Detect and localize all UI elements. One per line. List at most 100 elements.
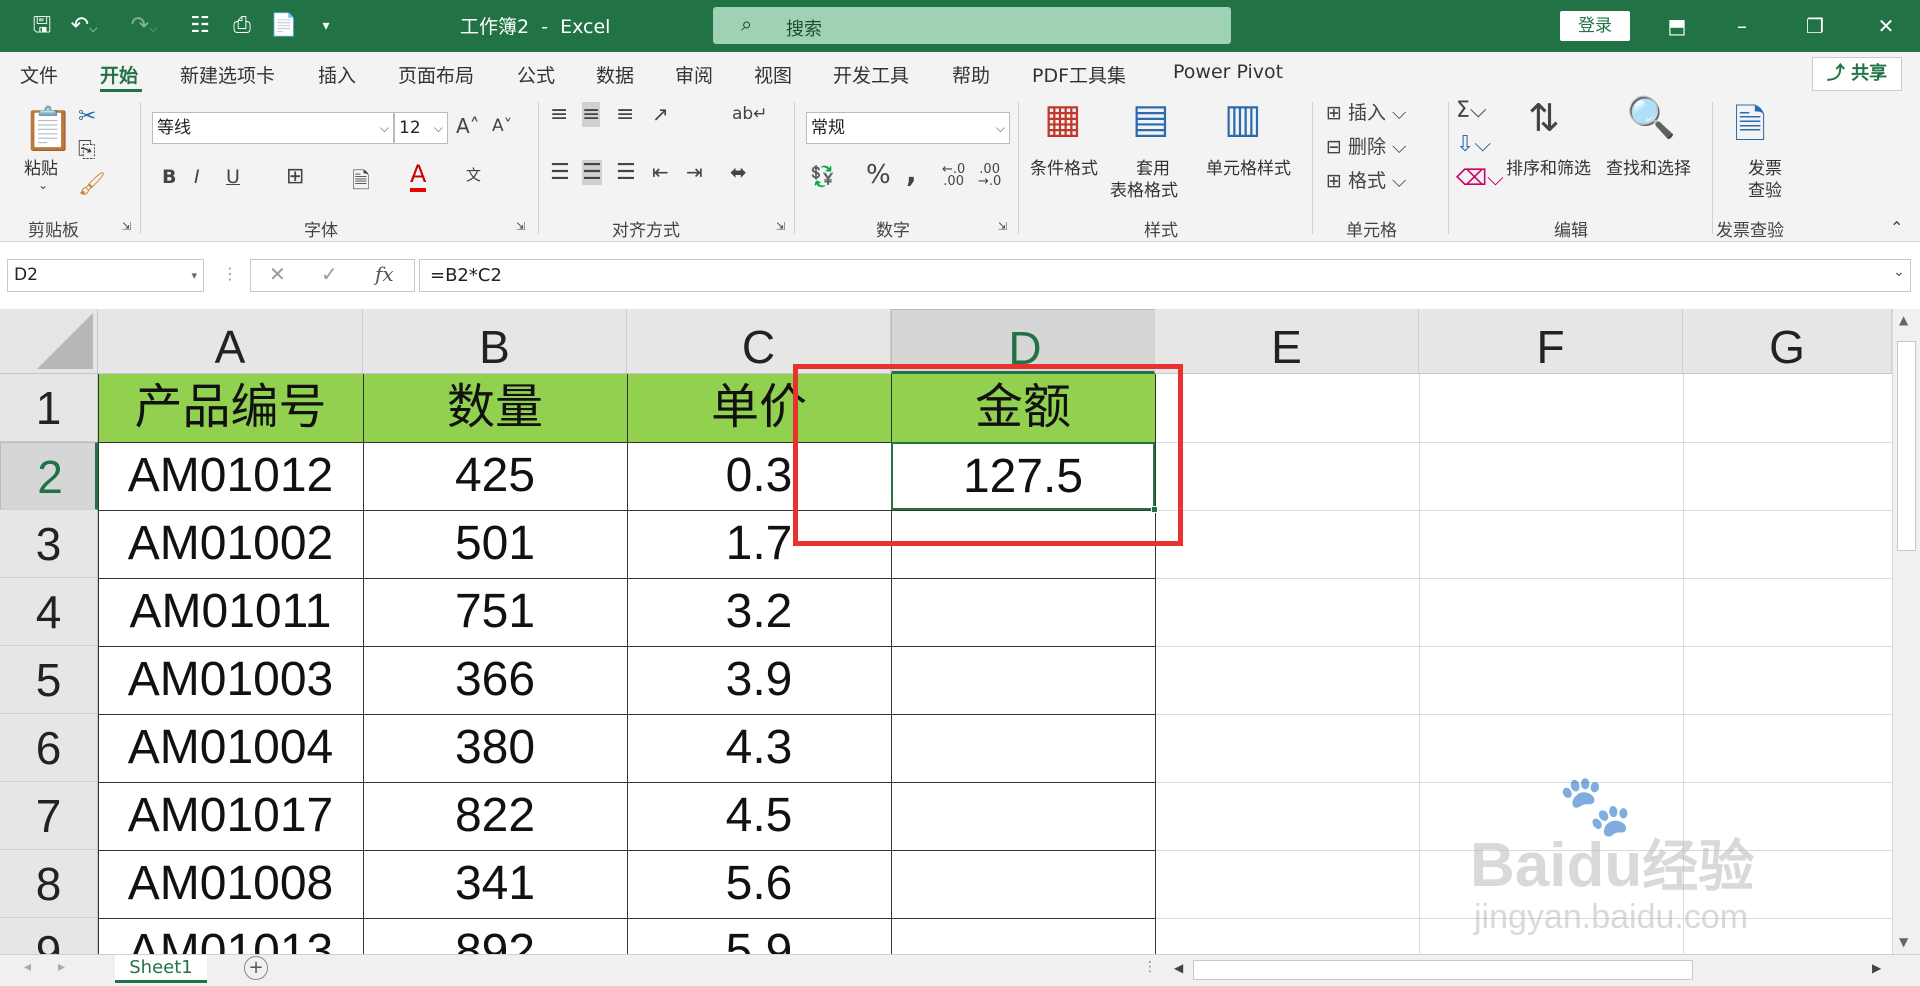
italic-button[interactable]: I: [194, 166, 200, 188]
next-sheet-icon[interactable]: ▸: [58, 959, 65, 975]
percent-button[interactable]: %: [866, 160, 891, 190]
tab-new-tab[interactable]: 新建选项卡: [180, 61, 275, 88]
increase-font-icon[interactable]: A˄: [456, 114, 480, 138]
bold-button[interactable]: B: [162, 166, 176, 188]
phonetic-icon[interactable]: 文: [466, 164, 481, 185]
decrease-indent-icon[interactable]: ⇤: [652, 160, 669, 184]
row-header-5[interactable]: 5: [0, 646, 98, 714]
ribbon-display-icon[interactable]: ⬒: [1657, 10, 1697, 42]
vertical-scroll-thumb[interactable]: [1897, 341, 1916, 551]
cell-d4[interactable]: [891, 578, 1155, 646]
insert-cells-button[interactable]: ⊞ 插入 ⌵: [1326, 98, 1406, 125]
format-as-table-label-2[interactable]: 表格格式: [1110, 176, 1178, 201]
cell-b2[interactable]: 425: [363, 442, 627, 510]
row-header-9[interactable]: 9: [0, 918, 98, 954]
cell-d5[interactable]: [891, 646, 1155, 714]
copy-icon[interactable]: ⎘: [78, 138, 96, 163]
column-header-f[interactable]: F: [1419, 309, 1683, 374]
row-header-3[interactable]: 3: [0, 510, 98, 578]
undo-icon[interactable]: ↶⌵: [68, 10, 100, 42]
formula-input[interactable]: =B2*C2: [419, 259, 1911, 292]
cut-icon[interactable]: ✂: [78, 104, 96, 129]
wrap-text-icon[interactable]: ab↵: [732, 104, 767, 124]
cell-b4[interactable]: 751: [363, 578, 627, 646]
alignment-launcher-icon[interactable]: ⇲: [776, 220, 785, 233]
fill-color-icon[interactable]: 🗎: [352, 164, 370, 202]
cell-b8[interactable]: 341: [363, 850, 627, 918]
number-launcher-icon[interactable]: ⇲: [998, 220, 1007, 233]
cell-a3[interactable]: AM01002: [98, 510, 363, 578]
sort-filter-icon[interactable]: ⇅: [1528, 96, 1560, 140]
delete-cells-button[interactable]: ⊟ 删除 ⌵: [1326, 132, 1406, 159]
close-icon[interactable]: ✕: [1866, 10, 1906, 42]
cell-b6[interactable]: 380: [363, 714, 627, 782]
tab-file[interactable]: 文件: [20, 61, 58, 88]
autosum-icon[interactable]: Σ⌵: [1456, 98, 1487, 123]
merge-center-icon[interactable]: ⬌: [730, 160, 747, 184]
search-box[interactable]: ⌕ 搜索: [713, 7, 1231, 44]
horizontal-scroll-thumb[interactable]: [1193, 960, 1693, 980]
font-name-select[interactable]: 等线 ⌵: [152, 112, 394, 144]
paste-label[interactable]: 粘贴: [24, 154, 58, 179]
increase-decimal-icon[interactable]: ←.0.00: [942, 163, 965, 188]
align-bottom-icon[interactable]: ≡: [616, 102, 634, 127]
row-header-6[interactable]: 6: [0, 714, 98, 782]
column-header-g[interactable]: G: [1683, 309, 1892, 374]
row-header-7[interactable]: 7: [0, 782, 98, 850]
cell-c4[interactable]: 3.2: [627, 578, 891, 646]
collapse-ribbon-icon[interactable]: ⌃: [1890, 218, 1903, 237]
comma-button[interactable]: ,: [906, 156, 917, 189]
cell-c9[interactable]: 5.9: [627, 918, 891, 954]
cell-b3[interactable]: 501: [363, 510, 627, 578]
add-sheet-icon[interactable]: +: [244, 956, 268, 980]
name-box[interactable]: D2 ▾: [7, 259, 204, 292]
row-header-1[interactable]: 1: [0, 374, 98, 442]
tab-pdf-tools[interactable]: PDF工具集: [1032, 61, 1126, 88]
invoice-label-2[interactable]: 查验: [1748, 176, 1782, 201]
font-size-select[interactable]: 12 ⌵: [394, 112, 448, 144]
font-launcher-icon[interactable]: ⇲: [516, 220, 525, 233]
underline-button[interactable]: U: [226, 166, 240, 188]
align-middle-icon[interactable]: ≡: [582, 102, 601, 127]
tab-developer[interactable]: 开发工具: [833, 61, 909, 88]
cell-a9[interactable]: AM01013: [98, 918, 363, 954]
cell-c5[interactable]: 3.9: [627, 646, 891, 714]
sheet-tab-sheet1[interactable]: Sheet1: [115, 955, 207, 983]
decrease-font-icon[interactable]: A˅: [492, 116, 512, 136]
cell-a7[interactable]: AM01017: [98, 782, 363, 850]
login-button[interactable]: 登录: [1560, 11, 1630, 41]
align-right-icon[interactable]: ☰: [616, 160, 636, 185]
column-header-a[interactable]: A: [98, 309, 363, 374]
increase-indent-icon[interactable]: ⇥: [686, 160, 703, 184]
document-icon[interactable]: 📄: [268, 10, 300, 42]
cell-d7[interactable]: [891, 782, 1155, 850]
conditional-format-label[interactable]: 条件格式: [1030, 154, 1098, 179]
scroll-down-icon[interactable]: ▼: [1899, 935, 1908, 949]
tab-power-pivot[interactable]: Power Pivot: [1173, 61, 1283, 83]
font-color-button[interactable]: A: [410, 160, 427, 192]
find-select-label[interactable]: 查找和选择: [1606, 154, 1691, 179]
cell-c8[interactable]: 5.6: [627, 850, 891, 918]
vertical-scrollbar[interactable]: ▲ ▼: [1892, 309, 1920, 954]
cell-styles-label[interactable]: 单元格样式: [1206, 154, 1291, 179]
cell-a5[interactable]: AM01003: [98, 646, 363, 714]
fill-icon[interactable]: ⇩⌵: [1456, 132, 1491, 157]
align-center-icon[interactable]: ☰: [582, 160, 602, 185]
tab-home[interactable]: 开始: [100, 61, 138, 88]
borders-icon[interactable]: ⊞: [286, 164, 304, 189]
restore-icon[interactable]: ❐: [1795, 10, 1835, 42]
scroll-up-icon[interactable]: ▲: [1899, 313, 1908, 327]
prev-sheet-icon[interactable]: ◂: [24, 959, 31, 975]
row-header-2[interactable]: 2: [0, 442, 98, 510]
select-all-corner[interactable]: [0, 309, 98, 374]
expand-formula-icon[interactable]: ⌄: [1893, 264, 1905, 280]
tab-review[interactable]: 审阅: [675, 61, 713, 88]
row-header-4[interactable]: 4: [0, 578, 98, 646]
format-as-table-icon[interactable]: ▤: [1132, 96, 1170, 142]
accounting-format-icon[interactable]: 💱: [810, 164, 835, 188]
align-top-icon[interactable]: ≡: [550, 102, 568, 127]
clipboard-launcher-icon[interactable]: ⇲: [122, 220, 131, 233]
tab-data[interactable]: 数据: [596, 61, 634, 88]
format-painter-icon[interactable]: 🖌: [78, 172, 106, 197]
cell-b1[interactable]: 数量: [363, 374, 627, 442]
